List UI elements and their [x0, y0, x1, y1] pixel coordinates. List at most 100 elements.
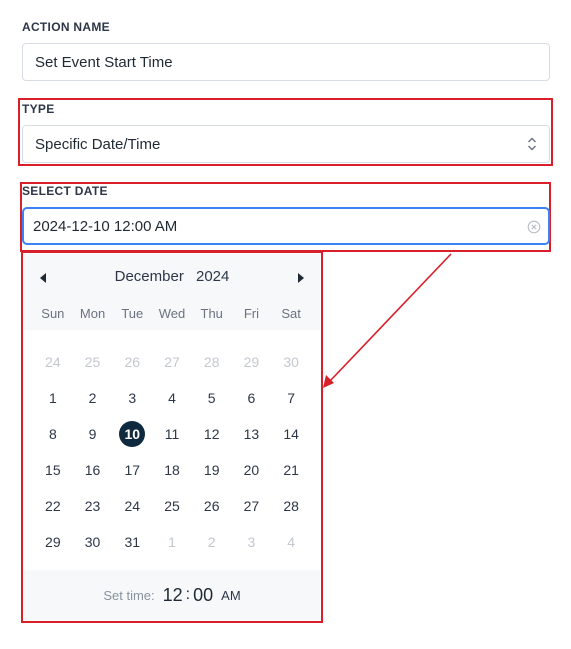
day-number: 14: [283, 426, 299, 442]
day-cell[interactable]: 5: [192, 380, 232, 416]
day-cell[interactable]: 26: [112, 344, 152, 380]
day-cell[interactable]: 16: [73, 452, 113, 488]
action-name-value: Set Event Start Time: [35, 53, 173, 71]
day-number: 23: [84, 498, 101, 514]
day-cell[interactable]: 9: [73, 416, 113, 452]
day-number: 2: [207, 534, 216, 550]
day-number: 29: [243, 354, 260, 370]
day-cell[interactable]: 27: [232, 488, 272, 524]
weekday-mon: Mon: [79, 306, 106, 321]
day-cell[interactable]: 25: [73, 344, 113, 380]
day-cell[interactable]: 15: [33, 452, 73, 488]
day-number: 4: [287, 534, 296, 550]
day-cell[interactable]: 1: [33, 380, 73, 416]
day-cell[interactable]: 1: [152, 524, 192, 560]
hour-input[interactable]: 12: [163, 585, 183, 606]
day-cell[interactable]: 20: [232, 452, 272, 488]
select-date-value: 2024-12-10 12:00 AM: [33, 217, 178, 235]
day-cell[interactable]: 27: [152, 344, 192, 380]
day-cell[interactable]: 25: [152, 488, 192, 524]
day-cell[interactable]: 31: [112, 524, 152, 560]
day-number: 21: [283, 462, 299, 478]
month-label[interactable]: December: [115, 268, 184, 285]
day-number: 4: [168, 390, 176, 406]
day-cell[interactable]: 24: [112, 488, 152, 524]
weekday-wed: Wed: [158, 306, 186, 321]
calendar-days: 24 25 26 27 28 29 30 1 2 3 4 5 6 7 8 9 10 11 12 13 14 15 16 17 1…: [24, 330, 320, 570]
day-cell[interactable]: 2: [73, 380, 113, 416]
day-cell[interactable]: 4: [271, 524, 311, 560]
ampm-toggle[interactable]: AM: [221, 588, 241, 603]
day-cell[interactable]: 28: [271, 488, 311, 524]
type-select[interactable]: Specific Date/Time: [22, 125, 550, 163]
day-cell[interactable]: 13: [232, 416, 272, 452]
day-cell[interactable]: 4: [152, 380, 192, 416]
day-cell[interactable]: 29: [33, 524, 73, 560]
calendar-header: December 2024: [24, 254, 320, 300]
day-cell[interactable]: 11: [152, 416, 192, 452]
day-number: 17: [124, 462, 141, 478]
day-number: 19: [203, 462, 220, 478]
day-number: 16: [84, 462, 101, 478]
day-cell[interactable]: 3: [232, 524, 272, 560]
day-cell[interactable]: 7: [271, 380, 311, 416]
day-number: 22: [45, 498, 61, 514]
day-number: 15: [45, 462, 61, 478]
year-label[interactable]: 2024: [196, 268, 229, 285]
day-cell[interactable]: 3: [112, 380, 152, 416]
day-number: 6: [247, 390, 256, 406]
weekday-header: Sun Mon Tue Wed Thu Fri Sat: [33, 306, 311, 326]
day-cell[interactable]: 17: [112, 452, 152, 488]
action-name-input[interactable]: Set Event Start Time: [22, 43, 550, 81]
day-cell[interactable]: 19: [192, 452, 232, 488]
day-cell[interactable]: 24: [33, 344, 73, 380]
day-cell[interactable]: 21: [271, 452, 311, 488]
day-cell[interactable]: 8: [33, 416, 73, 452]
type-selected-value: Specific Date/Time: [35, 135, 161, 153]
day-number: 24: [45, 354, 61, 370]
weekday-thu: Thu: [200, 306, 223, 321]
day-number: 3: [247, 534, 256, 550]
day-number: 25: [164, 498, 180, 514]
day-cell[interactable]: 2: [192, 524, 232, 560]
day-cell[interactable]: 26: [192, 488, 232, 524]
day-number: 26: [124, 354, 141, 370]
month-year-title: December 2024: [24, 268, 320, 285]
day-number: 2: [88, 390, 97, 406]
weekday-fri: Fri: [243, 306, 259, 321]
day-number: 7: [287, 390, 296, 406]
day-cell[interactable]: 30: [271, 344, 311, 380]
day-number: 30: [84, 534, 101, 550]
day-number: 8: [48, 426, 57, 442]
day-number: 31: [124, 534, 141, 550]
day-number: 1: [168, 534, 176, 550]
day-number: 20: [243, 462, 260, 478]
select-date-input[interactable]: 2024-12-10 12:00 AM: [22, 207, 550, 245]
day-number: 28: [203, 354, 220, 370]
weekday-sun: Sun: [41, 306, 65, 321]
day-number: 24: [124, 498, 141, 514]
day-number: 12: [203, 426, 220, 442]
day-cell-selected[interactable]: 10: [112, 416, 152, 452]
day-cell[interactable]: 23: [73, 488, 113, 524]
day-number: 29: [45, 534, 61, 550]
day-cell[interactable]: 14: [271, 416, 311, 452]
day-cell[interactable]: 30: [73, 524, 113, 560]
clear-icon[interactable]: [527, 220, 541, 238]
day-number: 13: [243, 426, 260, 442]
day-number: 9: [88, 426, 97, 442]
day-cell[interactable]: 29: [232, 344, 272, 380]
day-cell[interactable]: 6: [232, 380, 272, 416]
day-number: 11: [164, 426, 180, 442]
action-name-label: ACTION NAME: [22, 20, 110, 34]
day-cell[interactable]: 28: [192, 344, 232, 380]
day-number: 1: [48, 390, 57, 406]
day-cell[interactable]: 12: [192, 416, 232, 452]
day-cell[interactable]: 22: [33, 488, 73, 524]
day-cell[interactable]: 18: [152, 452, 192, 488]
type-label: TYPE: [22, 102, 55, 116]
time-bar: Set time: 12 : 00 AM: [24, 570, 320, 620]
next-month-icon[interactable]: [292, 270, 308, 286]
minute-input[interactable]: 00: [193, 585, 213, 606]
day-number: 27: [164, 354, 180, 370]
